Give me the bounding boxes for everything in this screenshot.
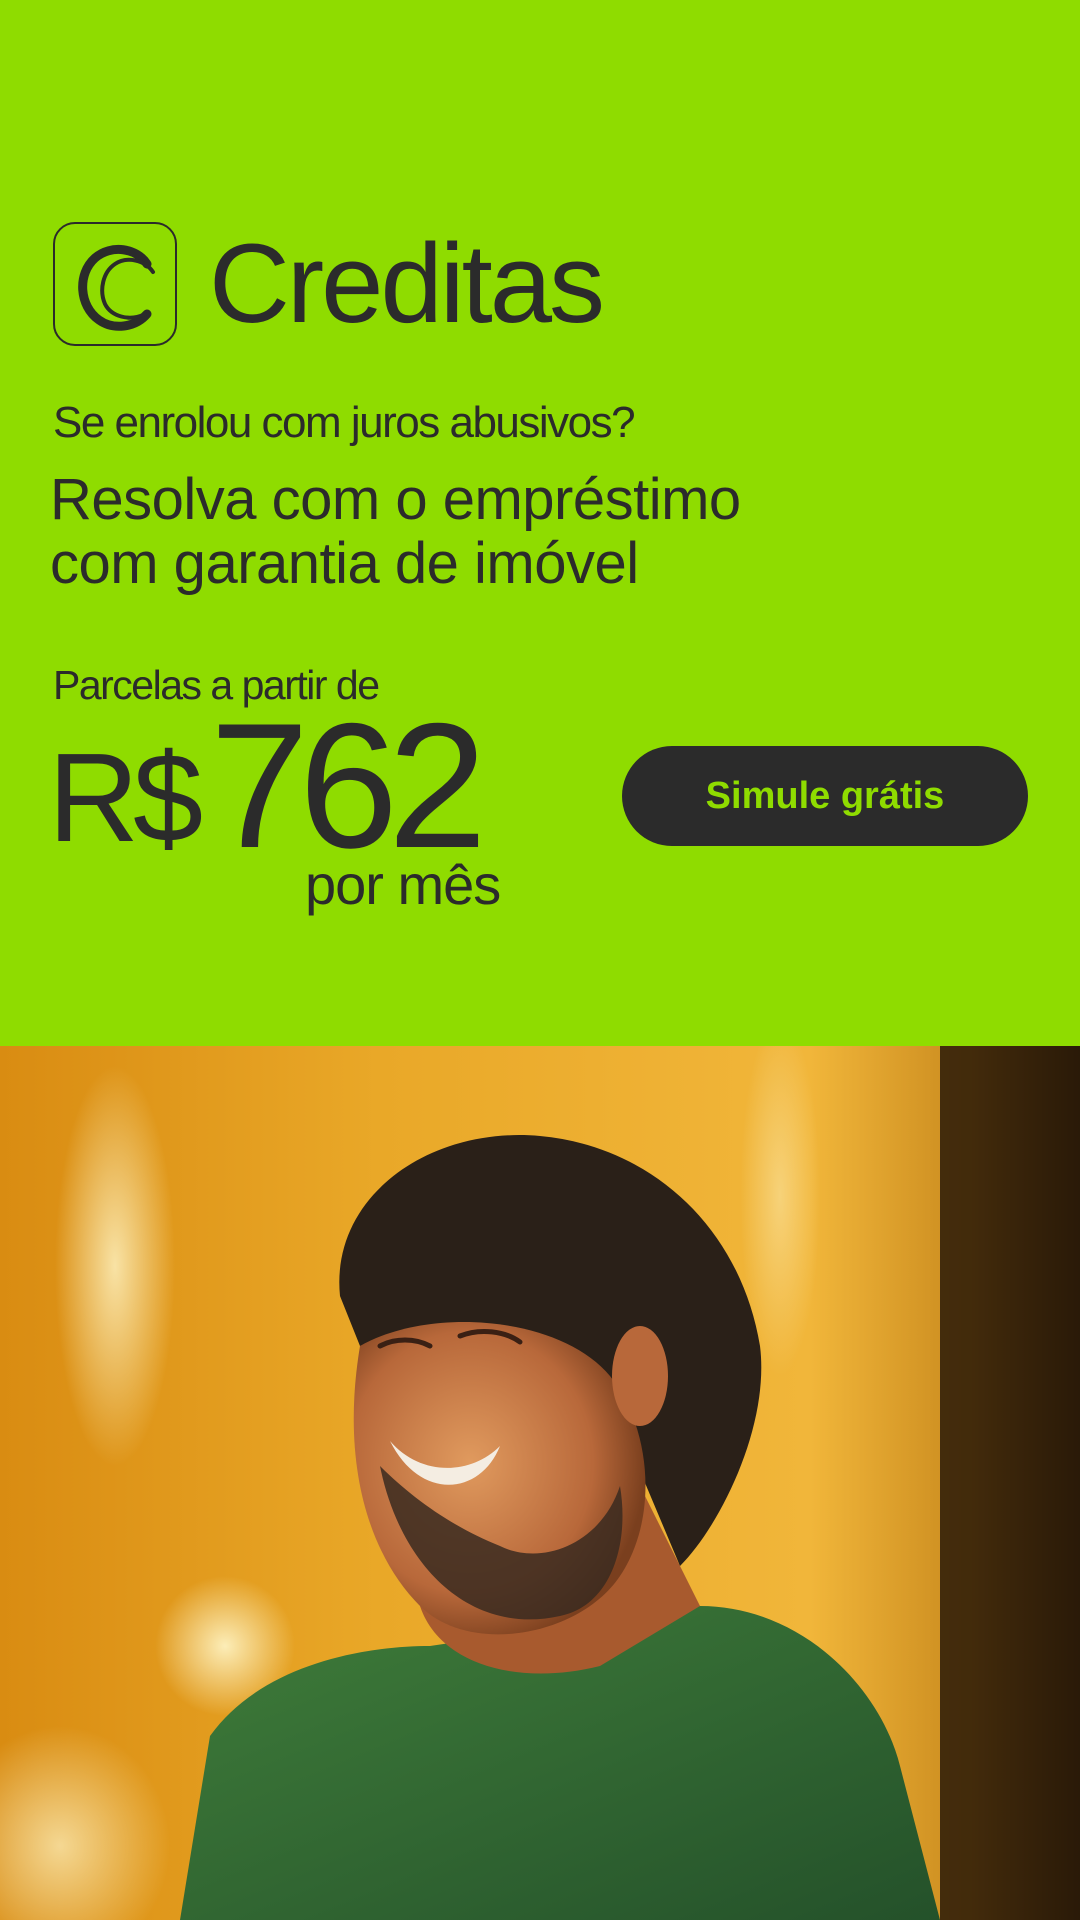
creditas-c-logo-icon — [53, 222, 177, 346]
headline-line-2: com garantia de imóvel — [50, 531, 639, 596]
brand-logo: Creditas — [53, 221, 605, 346]
price-amount: 762 — [210, 686, 487, 885]
brand-name: Creditas — [209, 221, 605, 346]
price-period: por mês — [305, 853, 501, 916]
kicker-text: Se enrolou com juros abusivos? — [53, 398, 636, 447]
hero-photo — [0, 1046, 1080, 1920]
headline-line-1: Resolva com o empréstimo — [50, 467, 741, 532]
main-headline: Resolva com o empréstimo com garantia de… — [50, 468, 950, 596]
hero-banner: Creditas Se enrolou com juros abusivos? … — [0, 0, 1080, 1046]
price-currency: R$ — [48, 727, 203, 868]
simulate-button[interactable]: Simule grátis — [622, 746, 1028, 846]
